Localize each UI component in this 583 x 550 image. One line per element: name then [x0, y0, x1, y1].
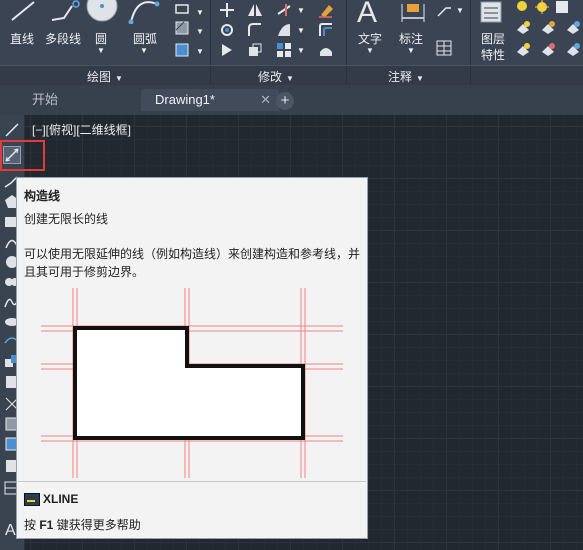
- tooltip-description: 可以使用无限延伸的线（例如构造线）来创建构造和参考线，并且其可用于修剪边界。: [24, 247, 361, 279]
- mirror-icon[interactable]: [247, 2, 263, 18]
- highlighted-tool-marker: [0, 140, 45, 171]
- annotation-panel-title[interactable]: 注释 ▼: [388, 68, 424, 85]
- svg-text:A: A: [5, 522, 16, 537]
- circle-tool-label[interactable]: 圆: [95, 30, 107, 47]
- arc-tool-label[interactable]: 圆弧: [133, 30, 157, 47]
- modify-panel-expand-icon[interactable]: ▼: [286, 74, 294, 83]
- text-dropdown-icon[interactable]: ▼: [366, 46, 374, 55]
- trim-dropdown-icon[interactable]: ▼: [297, 6, 305, 15]
- trim-icon[interactable]: [276, 2, 292, 18]
- annotation-panel-expand-icon[interactable]: ▼: [416, 74, 424, 83]
- explode-icon[interactable]: [276, 22, 292, 38]
- tooltip-title: 构造线: [24, 189, 61, 203]
- layer-tool-6-icon[interactable]: [565, 42, 581, 58]
- svg-text:A: A: [357, 0, 377, 26]
- line-icon[interactable]: [8, 0, 38, 24]
- leader-dropdown-icon[interactable]: ▼: [456, 6, 464, 15]
- leader-icon[interactable]: [436, 2, 452, 18]
- copy-icon[interactable]: [219, 42, 235, 58]
- layer-properties-icon[interactable]: [478, 0, 506, 26]
- layer-properties-label-1[interactable]: 图层: [481, 30, 505, 47]
- fillet-dropdown-icon[interactable]: ▼: [297, 26, 305, 35]
- rectangle-icon[interactable]: [174, 2, 190, 14]
- text-tool-label[interactable]: 文字: [358, 30, 382, 47]
- scale-icon[interactable]: [247, 42, 263, 58]
- circle-icon[interactable]: [86, 0, 118, 24]
- tooltip-command-name: XLINE: [43, 492, 79, 506]
- layer-on-icon[interactable]: [515, 0, 529, 14]
- line-tool-icon[interactable]: [3, 121, 21, 139]
- polyline-icon[interactable]: [48, 0, 82, 24]
- tab-drawing1-label: Drawing1*: [155, 92, 215, 107]
- dimension-icon[interactable]: [398, 0, 428, 26]
- command-line-icon: [24, 493, 40, 506]
- layer-tool-3-icon[interactable]: [565, 20, 581, 36]
- polyline-tool-label[interactable]: 多段线: [45, 30, 81, 47]
- line-tool-label[interactable]: 直线: [10, 30, 34, 47]
- panel-titles-bar: 绘图 ▼ 修改 ▼ 注释 ▼: [0, 65, 583, 85]
- fillet-icon[interactable]: [247, 22, 263, 38]
- region-icon[interactable]: [174, 42, 190, 58]
- draw-panel-title[interactable]: 绘图 ▼: [87, 68, 123, 85]
- layer-tool-4-icon[interactable]: [515, 42, 531, 58]
- help-key: F1: [39, 518, 54, 532]
- offset-icon[interactable]: [318, 22, 334, 38]
- layer-freeze-icon[interactable]: [535, 0, 549, 14]
- arc-icon[interactable]: [127, 0, 161, 25]
- rotate-icon[interactable]: [219, 22, 235, 38]
- viewport-controls-label[interactable]: [−][俯视][二维线框]: [32, 121, 131, 138]
- modify-panel-title[interactable]: 修改 ▼: [258, 68, 294, 85]
- tab-drawing1[interactable]: Drawing1* ✕: [141, 89, 279, 111]
- draw-panel-expand-icon[interactable]: ▼: [115, 74, 123, 83]
- help-prefix: 按: [24, 518, 40, 532]
- layer-color-icon[interactable]: [555, 0, 569, 14]
- erase-icon[interactable]: [318, 2, 334, 18]
- text-icon[interactable]: A: [355, 0, 385, 29]
- draw-more-dropdown-icon[interactable]: ▼: [196, 8, 204, 17]
- dimension-dropdown-icon[interactable]: ▼: [407, 46, 415, 55]
- tooltip-divider: [18, 481, 366, 482]
- table-icon[interactable]: [436, 40, 452, 56]
- hatch-icon[interactable]: [174, 20, 190, 36]
- layer-tool-1-icon[interactable]: [515, 20, 531, 36]
- stretch-icon[interactable]: [318, 42, 334, 58]
- tooltip-help-hint: 按 F1 键获得更多帮助: [24, 516, 141, 533]
- tooltip-illustration: [37, 288, 349, 483]
- help-suffix: 键获得更多帮助: [53, 518, 141, 532]
- ribbon: 直线 多段线 圆 ▼ 圆弧 ▼ ▼ ▼ ▼ ▼ ▼ ▼ A 文字 ▼ 标注 ▼ …: [0, 0, 583, 85]
- dimension-tool-label[interactable]: 标注: [399, 30, 423, 47]
- new-tab-button[interactable]: +: [276, 92, 294, 110]
- arc-dropdown-icon[interactable]: ▼: [140, 46, 148, 55]
- layer-properties-label-2[interactable]: 特性: [481, 46, 505, 63]
- tooltip-subtitle: 创建无限长的线: [24, 212, 109, 226]
- array-dropdown-icon[interactable]: ▼: [297, 46, 305, 55]
- tab-start[interactable]: 开始: [18, 89, 147, 111]
- layer-tool-5-icon[interactable]: [540, 42, 556, 58]
- circle-dropdown-icon[interactable]: ▼: [97, 46, 105, 55]
- tab-start-label: 开始: [32, 92, 59, 107]
- file-tabs-bar: 开始 Drawing1* ✕ +: [0, 85, 583, 115]
- command-tooltip: 构造线 创建无限长的线 可以使用无限延伸的线（例如构造线）来创建构造和参考线，并…: [16, 177, 368, 539]
- close-tab-icon[interactable]: ✕: [260, 89, 271, 111]
- hatch-dropdown-icon[interactable]: ▼: [196, 27, 204, 36]
- region-dropdown-icon[interactable]: ▼: [196, 47, 204, 56]
- array-icon[interactable]: [276, 42, 292, 58]
- layer-tool-2-icon[interactable]: [540, 20, 556, 36]
- move-icon[interactable]: [219, 2, 235, 18]
